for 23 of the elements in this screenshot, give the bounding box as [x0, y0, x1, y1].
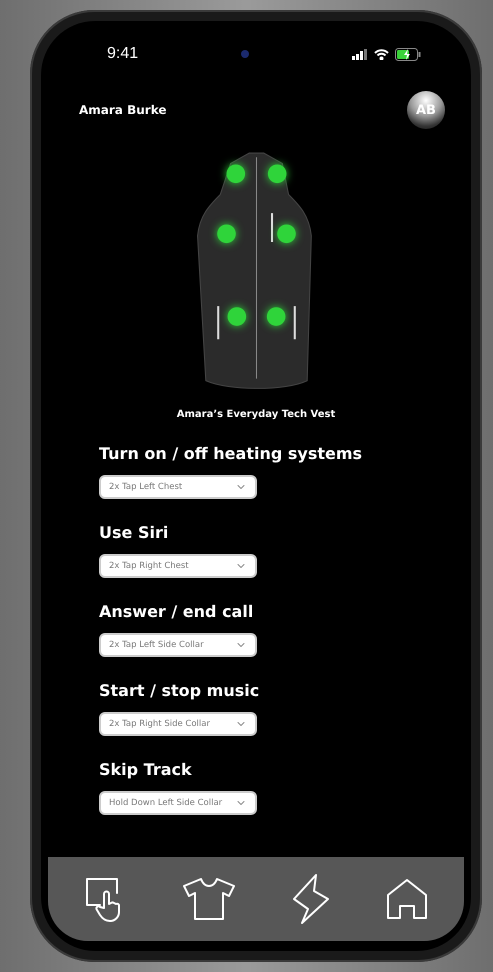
gesture-dropdown[interactable]: 2x Tap Right Chest — [99, 554, 257, 578]
gesture-dropdown[interactable]: Hold Down Left Side Collar — [99, 791, 257, 815]
nav-button[interactable] — [182, 877, 236, 921]
status-time: 9:41 — [107, 45, 138, 63]
gesture-dropdown[interactable]: 2x Tap Right Side Collar — [99, 712, 257, 736]
user-name: Amara Burke — [79, 103, 166, 117]
shirt-icon — [182, 877, 236, 921]
nav-button[interactable] — [386, 878, 428, 920]
signal-icon — [352, 48, 368, 60]
home-icon — [386, 878, 428, 920]
wifi-icon — [374, 48, 389, 60]
gesture-dropdown[interactable]: 2x Tap Left Chest — [99, 475, 257, 499]
gesture-action-title: Turn on / off heating systems — [99, 444, 364, 463]
device-caption: Amara’s Everyday Tech Vest — [176, 409, 336, 420]
gesture-action-title: Skip Track — [99, 760, 193, 779]
nav-button[interactable] — [292, 873, 330, 925]
gesture-dropdown[interactable]: 2x Tap Left Side Collar — [99, 633, 257, 657]
gesture-action-title: Answer / end call — [99, 602, 254, 621]
gesture-action-title: Use Siri — [99, 523, 170, 542]
battery-charging-icon — [394, 48, 421, 60]
lightning-icon — [292, 873, 330, 925]
gesture-action-title: Start / stop music — [99, 681, 260, 700]
camera-dot-icon — [241, 50, 250, 58]
